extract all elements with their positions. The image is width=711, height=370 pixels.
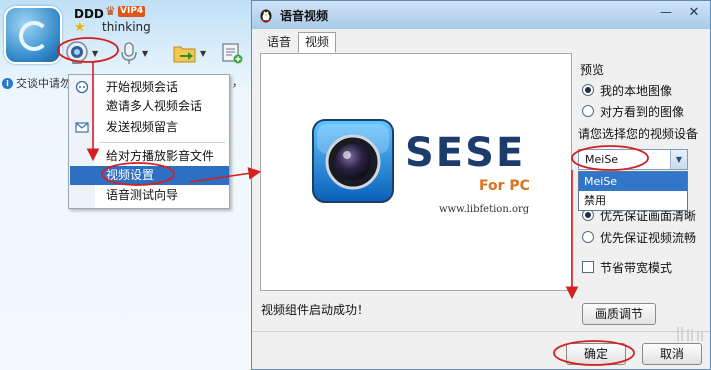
avatar-logo-icon <box>19 21 49 51</box>
menu-item-label: 语音测试向导 <box>106 188 179 202</box>
chevron-down-icon[interactable]: ▼ <box>670 150 687 169</box>
device-select-value: MeiSe <box>585 153 619 166</box>
radio-dot <box>582 105 594 117</box>
radio-quality-smooth[interactable]: 优先保证视频流畅 <box>582 229 696 245</box>
menu-separator <box>99 142 225 143</box>
dialog-divider <box>252 331 710 332</box>
preview-section-label: 预览 <box>580 63 605 77</box>
ok-button[interactable]: 确定 <box>566 343 626 365</box>
video-button[interactable]: ▼ <box>64 40 110 66</box>
av-settings-dialog: 语音视频 — ✕ 语音 视频 SESE For PC www.libfetion… <box>251 0 711 370</box>
radio-dot <box>582 84 594 96</box>
vip-label: VIP4 <box>118 6 146 17</box>
logo-url: www.libfetion.org <box>439 204 530 215</box>
menu-item-label: 视频设置 <box>106 168 155 182</box>
sese-logo: SESE For PC www.libfetion.org <box>312 119 530 215</box>
tab-voice[interactable]: 语音 <box>260 32 298 53</box>
chat-window: DDD ♛ VIP4 ★ thinking ▼ ▼ ▼ i 交谈中请勿 ， 开始… <box>0 0 252 370</box>
info-icon: i <box>2 77 13 89</box>
penguin-icon <box>260 9 272 23</box>
device-label: 请您选择您的视频设备 <box>578 127 699 141</box>
menu-item-play-media[interactable]: 给对方播放影音文件 <box>70 147 229 166</box>
buddy-name: DDD <box>74 7 104 21</box>
menu-item-group-video[interactable]: 邀请多人视频会话 <box>70 97 229 116</box>
info-text: 交谈中请勿 <box>16 77 71 90</box>
folder-arrow-icon <box>173 46 196 63</box>
avatar[interactable] <box>4 6 62 64</box>
dialog-titlebar[interactable]: 语音视频 — ✕ <box>252 1 710 29</box>
radio-label: 优先保证视频流畅 <box>600 230 697 245</box>
checkbox-box <box>582 261 594 273</box>
menu-item-label: 发送视频留言 <box>106 120 179 134</box>
note-add-icon <box>222 43 243 64</box>
checkbox-bandwidth-saving[interactable]: 节省带宽模式 <box>582 259 672 275</box>
menu-item-start-video[interactable]: 开始视频会话 <box>70 78 229 97</box>
tab-video[interactable]: 视频 <box>298 32 337 53</box>
radio-remote-image[interactable]: 对方看到的图像 <box>582 103 684 119</box>
radio-local-image[interactable]: 我的本地图像 <box>582 82 672 98</box>
checkbox-label: 节省带宽模式 <box>600 260 673 275</box>
menu-item-label: 邀请多人视频会话 <box>106 99 203 113</box>
video-dropdown-menu: 开始视频会话 邀请多人视频会话 发送视频留言 给对方播放影音文件 视频设置 语音… <box>68 74 230 209</box>
webcam-icon <box>66 41 88 64</box>
device-option-meise[interactable]: MeiSe <box>579 172 687 191</box>
star-icon: ★ <box>74 20 86 35</box>
radio-dot <box>582 231 594 243</box>
device-select[interactable]: MeiSe ▼ <box>578 149 688 170</box>
info-text-tail: ， <box>232 76 243 89</box>
video-chat-icon <box>75 81 89 94</box>
audio-button[interactable]: ▼ <box>118 40 154 66</box>
menu-item-video-settings[interactable]: 视频设置 <box>70 166 229 185</box>
microphone-icon <box>121 42 137 64</box>
grip-lines-icon <box>677 327 703 341</box>
chevron-down-icon: ▼ <box>200 48 207 58</box>
crown-icon: ♛ <box>105 4 116 18</box>
buddy-status: thinking <box>102 20 151 34</box>
chevron-down-icon: ▼ <box>92 48 99 58</box>
menu-item-label: 开始视频会话 <box>106 80 179 94</box>
chevron-down-icon: ▼ <box>142 48 149 58</box>
logo-subtitle: For PC <box>479 178 530 194</box>
menu-item-label: 给对方播放影音文件 <box>106 149 215 163</box>
close-button[interactable]: ✕ <box>682 5 706 21</box>
device-dropdown-list: MeiSe 禁用 <box>578 171 688 211</box>
device-option-disabled[interactable]: 禁用 <box>579 191 687 210</box>
status-text: 视频组件启动成功！ <box>261 303 370 317</box>
vip-badge: ♛ VIP4 <box>105 4 147 20</box>
more-tools-button[interactable] <box>220 40 248 66</box>
menu-item-audio-wizard[interactable]: 语音测试向导 <box>70 186 229 205</box>
dialog-tabs: 语音 视频 <box>252 29 710 53</box>
radio-label: 对方看到的图像 <box>600 104 685 119</box>
cancel-button[interactable]: 取消 <box>642 343 702 365</box>
minimize-button[interactable]: — <box>656 5 676 21</box>
file-transfer-button[interactable]: ▼ <box>172 40 210 66</box>
dialog-title: 语音视频 <box>280 9 329 23</box>
envelope-icon <box>75 122 89 133</box>
video-preview: SESE For PC www.libfetion.org <box>260 53 572 291</box>
quality-adjust-button[interactable]: 画质调节 <box>582 303 656 325</box>
logo-title: SESE <box>405 130 525 176</box>
window-grip <box>672 327 706 341</box>
menu-item-video-message[interactable]: 发送视频留言 <box>70 118 229 137</box>
radio-label: 我的本地图像 <box>600 83 673 98</box>
